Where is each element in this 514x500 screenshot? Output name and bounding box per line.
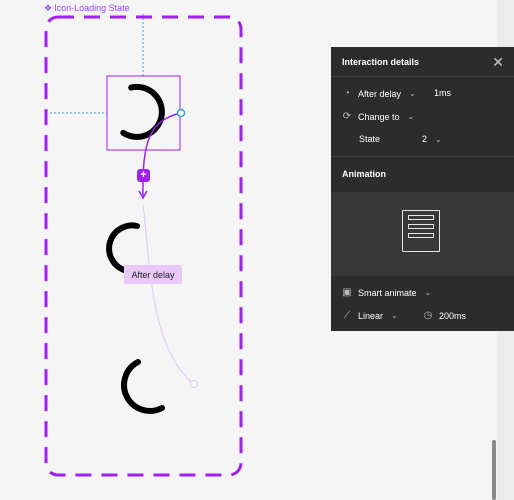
animation-preview <box>331 192 514 276</box>
animation-type-row[interactable]: ▣ Smart animate ⌄ <box>342 287 431 298</box>
state-select[interactable]: 2 ⌄ <box>422 134 442 144</box>
duration-row[interactable]: ◷ 200ms <box>423 310 466 321</box>
preview-bar <box>408 233 434 238</box>
action-row[interactable]: ⟳ Change to ⌄ <box>342 111 414 122</box>
swap-icon: ⟳ <box>342 111 352 122</box>
animation-header: Animation <box>342 169 386 179</box>
connection-trigger-tag[interactable]: After delay <box>124 265 182 284</box>
animation-preview-frame <box>402 210 440 252</box>
animation-title: Animation <box>342 169 386 179</box>
preview-bar <box>408 224 434 229</box>
chevron-down-icon: ⌄ <box>435 134 442 144</box>
panel-header: Interaction details ✕ <box>331 47 514 77</box>
animation-type-select[interactable]: Smart animate <box>358 288 417 298</box>
component-set-label[interactable]: ❖ Icon-Loading State <box>44 3 130 14</box>
prototype-connection <box>142 112 182 197</box>
connection-end-node <box>190 380 198 388</box>
panel-title: Interaction details <box>342 56 420 67</box>
component-set-name: Icon-Loading State <box>54 3 130 13</box>
chevron-down-icon: ⌄ <box>391 311 398 320</box>
interaction-details-panel: Interaction details ✕ ◔ After delay ⌄ 1m… <box>331 47 514 331</box>
divider <box>331 156 514 157</box>
easing-curve-icon: ⟋ <box>343 310 351 321</box>
preview-bar <box>408 215 434 220</box>
close-icon[interactable]: ✕ <box>492 54 504 71</box>
connection-handle <box>176 108 186 118</box>
timer-icon: ◷ <box>423 310 433 321</box>
chevron-down-icon: ⌄ <box>409 89 416 98</box>
state-value[interactable]: 2 <box>422 134 427 144</box>
add-interaction-button[interactable]: + <box>137 169 150 182</box>
chevron-down-icon: ⌄ <box>424 288 432 297</box>
clock-icon: ◔ <box>343 88 351 99</box>
delay-input[interactable]: 1ms <box>434 88 451 98</box>
duration-input[interactable]: 200ms <box>439 311 466 321</box>
smart-animate-icon: ▣ <box>342 287 352 298</box>
state-label-row: State <box>359 134 380 144</box>
trigger-select[interactable]: After delay <box>358 89 401 99</box>
delay-value[interactable]: 1ms <box>434 88 451 98</box>
chevron-down-icon: ⌄ <box>407 112 415 121</box>
easing-row[interactable]: ⟋ Linear ⌄ <box>342 310 398 321</box>
easing-select[interactable]: Linear <box>358 311 383 321</box>
component-icon: ❖ <box>44 3 53 13</box>
state-label: State <box>359 134 381 144</box>
spinner-variant-1 <box>120 83 165 140</box>
spinner-variant-3 <box>121 359 165 414</box>
canvas-scroll-thumb[interactable] <box>492 440 496 500</box>
spinner-variant-2 <box>106 222 140 273</box>
prototype-connection-2 <box>142 204 195 385</box>
trigger-row[interactable]: ◔ After delay ⌄ <box>342 88 416 99</box>
action-select[interactable]: Change to <box>358 112 400 122</box>
